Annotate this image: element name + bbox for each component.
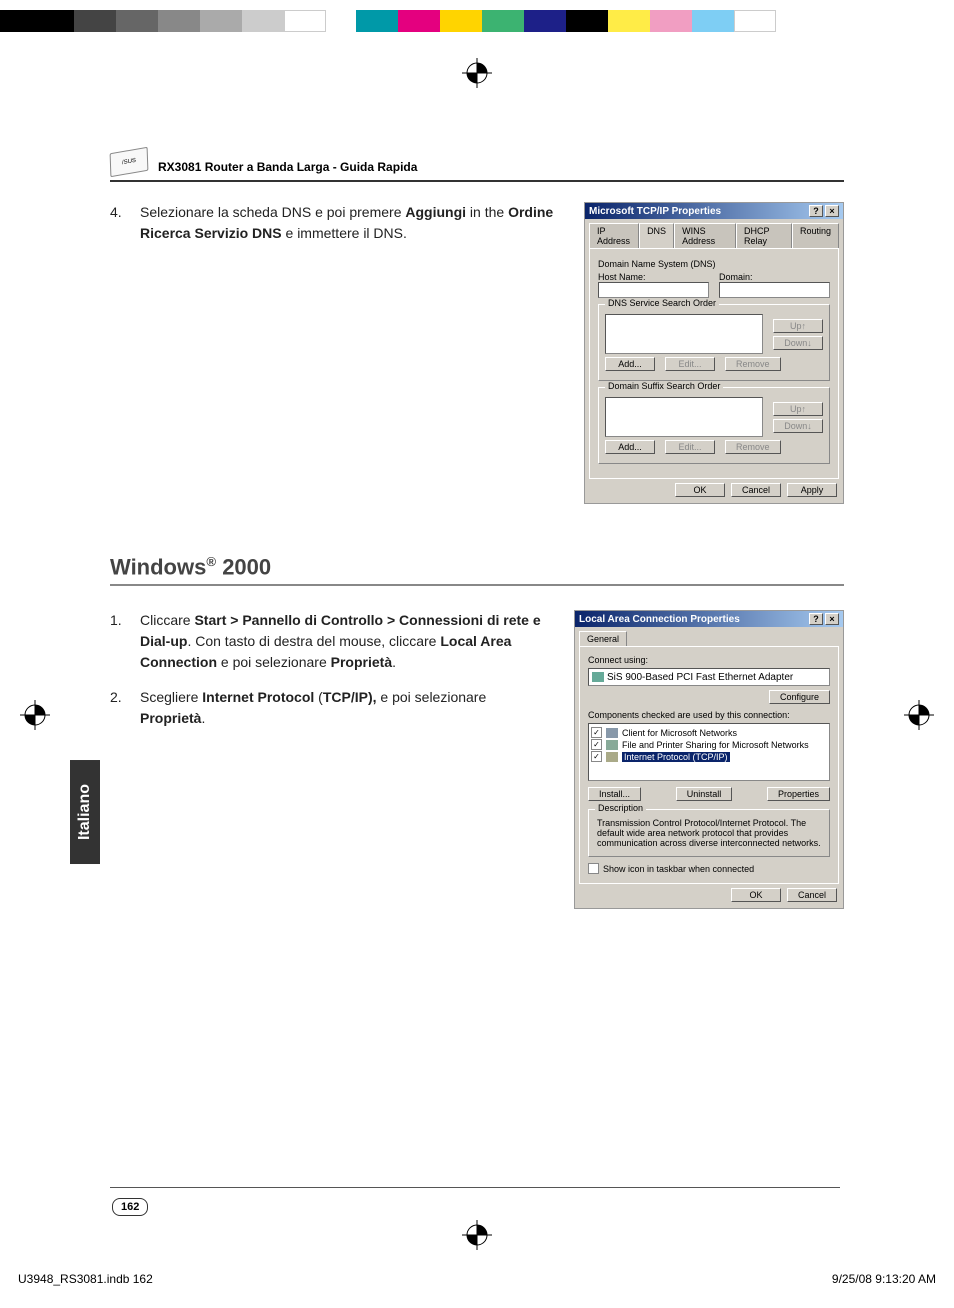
dialog-titlebar: Local Area Connection Properties ?× <box>575 611 843 627</box>
install-button[interactable]: Install... <box>588 787 641 801</box>
footer-filename: U3948_RS3081.indb 162 <box>18 1272 153 1286</box>
ok-button[interactable]: OK <box>731 888 781 902</box>
down-button[interactable]: Down↓ <box>773 336 823 350</box>
edit-button[interactable]: Edit... <box>665 440 715 454</box>
domain-input[interactable] <box>719 282 830 298</box>
dns-search-order-label: DNS Service Search Order <box>605 298 719 308</box>
remove-button[interactable]: Remove <box>725 440 781 454</box>
components-label: Components checked are used by this conn… <box>588 710 830 720</box>
section-rule <box>110 584 844 586</box>
description-label: Description <box>595 803 646 813</box>
add-button[interactable]: Add... <box>605 357 655 371</box>
down-button[interactable]: Down↓ <box>773 419 823 433</box>
help-icon[interactable]: ? <box>809 613 823 625</box>
step-text: Selezionare la scheda DNS e poi premere … <box>140 202 564 244</box>
dialog-titlebar: Microsoft TCP/IP Properties ?× <box>585 203 843 219</box>
footer-timestamp: 9/25/08 9:13:20 AM <box>832 1272 936 1286</box>
tab-dns[interactable]: DNS <box>639 223 674 248</box>
header-title: RX3081 Router a Banda Larga - Guida Rapi… <box>158 160 417 174</box>
properties-button[interactable]: Properties <box>767 787 830 801</box>
remove-button[interactable]: Remove <box>725 357 781 371</box>
lan-properties-dialog: Local Area Connection Properties ?× Gene… <box>574 610 844 909</box>
uninstall-button[interactable]: Uninstall <box>676 787 733 801</box>
tcpip-properties-dialog: Microsoft TCP/IP Properties ?× IP Addres… <box>584 202 844 504</box>
section-title-windows-2000: Windows® 2000 <box>110 554 844 580</box>
components-listbox[interactable]: ✓Client for Microsoft Networks ✓File and… <box>588 723 830 781</box>
suffix-listbox[interactable] <box>605 397 763 437</box>
checkbox-icon[interactable] <box>588 863 599 874</box>
close-icon[interactable]: × <box>825 205 839 217</box>
header-rule <box>110 180 844 182</box>
step-text: Cliccare Start > Pannello di Controllo >… <box>140 610 554 673</box>
connect-using-label: Connect using: <box>588 655 830 665</box>
tab-ip-address[interactable]: IP Address <box>589 223 639 248</box>
protocol-icon <box>606 752 618 762</box>
show-icon-checkbox-row[interactable]: Show icon in taskbar when connected <box>588 863 830 874</box>
cancel-button[interactable]: Cancel <box>731 483 781 497</box>
registration-mark-icon <box>462 1220 492 1250</box>
tab-general[interactable]: General <box>579 631 627 646</box>
checkbox-icon[interactable]: ✓ <box>591 739 602 750</box>
up-button[interactable]: Up↑ <box>773 319 823 333</box>
step-text: Scegliere Internet Protocol (TCP/IP), e … <box>140 687 554 729</box>
host-name-input[interactable] <box>598 282 709 298</box>
dialog-tabs: IP Address DNS WINS Address DHCP Relay R… <box>585 219 843 248</box>
client-icon <box>606 728 618 738</box>
description-text: Transmission Control Protocol/Internet P… <box>595 816 823 850</box>
configure-button[interactable]: Configure <box>769 690 830 704</box>
instruction-step-2: 2. Scegliere Internet Protocol (TCP/IP),… <box>110 687 554 729</box>
up-button[interactable]: Up↑ <box>773 402 823 416</box>
nic-icon <box>592 672 604 682</box>
asus-logo-icon: /SUS <box>110 147 149 178</box>
cancel-button[interactable]: Cancel <box>787 888 837 902</box>
close-icon[interactable]: × <box>825 613 839 625</box>
dns-group-label: Domain Name System (DNS) <box>598 259 830 269</box>
dialog-title: Local Area Connection Properties <box>579 614 740 625</box>
list-item[interactable]: ✓File and Printer Sharing for Microsoft … <box>591 739 827 750</box>
list-item[interactable]: ✓Client for Microsoft Networks <box>591 727 827 738</box>
tab-dhcp[interactable]: DHCP Relay <box>736 223 792 248</box>
step-number: 2. <box>110 687 128 729</box>
tab-wins[interactable]: WINS Address <box>674 223 736 248</box>
page-header: /SUS RX3081 Router a Banda Larga - Guida… <box>110 150 844 174</box>
edit-button[interactable]: Edit... <box>665 357 715 371</box>
footer-rule <box>110 1187 840 1188</box>
instruction-step-1: 1. Cliccare Start > Pannello di Controll… <box>110 610 554 673</box>
step-number: 4. <box>110 202 128 244</box>
host-name-label: Host Name: <box>598 272 709 282</box>
ok-button[interactable]: OK <box>675 483 725 497</box>
dialog-title: Microsoft TCP/IP Properties <box>589 206 721 217</box>
checkbox-icon[interactable]: ✓ <box>591 751 602 762</box>
checkbox-icon[interactable]: ✓ <box>591 727 602 738</box>
dns-search-listbox[interactable] <box>605 314 763 354</box>
instruction-step-4: 4. Selezionare la scheda DNS e poi preme… <box>110 202 564 244</box>
help-icon[interactable]: ? <box>809 205 823 217</box>
list-item[interactable]: ✓Internet Protocol (TCP/IP) <box>591 751 827 762</box>
apply-button[interactable]: Apply <box>787 483 837 497</box>
add-button[interactable]: Add... <box>605 440 655 454</box>
page-number: 162 <box>112 1198 148 1216</box>
tab-routing[interactable]: Routing <box>792 223 839 248</box>
language-tab: Italiano <box>70 760 100 864</box>
share-icon <box>606 740 618 750</box>
domain-suffix-label: Domain Suffix Search Order <box>605 381 723 391</box>
adapter-field: SiS 900-Based PCI Fast Ethernet Adapter <box>588 668 830 686</box>
print-color-bar <box>0 10 954 32</box>
step-number: 1. <box>110 610 128 673</box>
domain-label: Domain: <box>719 272 830 282</box>
